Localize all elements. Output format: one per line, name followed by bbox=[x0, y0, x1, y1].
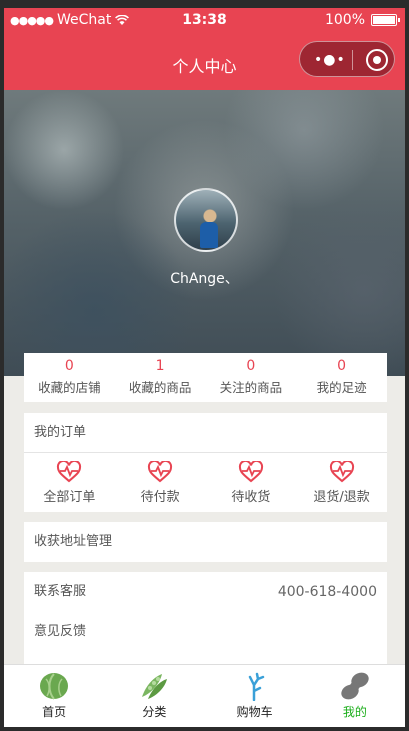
miniprogram-capsule: •●• bbox=[299, 41, 395, 77]
stat-count: 0 bbox=[246, 358, 256, 374]
tab-category[interactable]: 分类 bbox=[104, 665, 204, 727]
order-label: 退货/退款 bbox=[313, 490, 370, 505]
stat-label: 我的足迹 bbox=[316, 380, 367, 395]
battery: 100% bbox=[324, 12, 400, 28]
stat-favorite-goods[interactable]: 1 收藏的商品 bbox=[115, 353, 206, 402]
heartbeat-icon bbox=[148, 461, 173, 483]
order-label: 待付款 bbox=[140, 490, 180, 505]
feedback[interactable]: 意见反馈 bbox=[24, 612, 387, 652]
stat-count: 0 bbox=[337, 358, 347, 374]
stat-label: 关注的商品 bbox=[219, 380, 283, 395]
branch-icon bbox=[248, 672, 264, 701]
order-pending-payment[interactable]: 待付款 bbox=[115, 453, 206, 505]
peanut-icon bbox=[341, 672, 369, 700]
stats-card: 0 收藏的店铺 1 收藏的商品 0 关注的商品 0 我的足迹 bbox=[24, 353, 387, 402]
stat-favorite-shops[interactable]: 0 收藏的店铺 bbox=[24, 353, 115, 402]
tab-mine[interactable]: 我的 bbox=[305, 665, 405, 727]
contact-label: 联系客服 bbox=[34, 584, 87, 599]
service-card: 联系客服 400-618-4000 意见反馈 bbox=[24, 572, 387, 664]
tab-label: 分类 bbox=[142, 705, 167, 719]
order-returns[interactable]: 退货/退款 bbox=[296, 453, 387, 505]
heartbeat-icon bbox=[57, 461, 82, 483]
heartbeat-icon bbox=[238, 461, 263, 483]
contact-service[interactable]: 联系客服 400-618-4000 bbox=[24, 572, 387, 612]
order-pending-receipt[interactable]: 待收货 bbox=[206, 453, 297, 505]
capsule-divider bbox=[352, 50, 353, 70]
order-label: 待收货 bbox=[231, 490, 271, 505]
feedback-label: 意见反馈 bbox=[34, 624, 87, 639]
avatar[interactable] bbox=[174, 188, 238, 252]
tab-label: 我的 bbox=[342, 705, 367, 719]
profile-header: ChAnge、 bbox=[4, 90, 405, 376]
stat-count: 1 bbox=[155, 358, 165, 374]
tab-bar: 首页 分类 购物车 我的 bbox=[4, 664, 405, 727]
order-status-row: 全部订单 待付款 待收货 退货/退款 bbox=[24, 453, 387, 505]
order-all[interactable]: 全部订单 bbox=[24, 453, 115, 505]
more-icon[interactable]: •●• bbox=[314, 52, 346, 68]
service-phone: 400-618-4000 bbox=[277, 584, 377, 600]
battery-icon bbox=[371, 14, 400, 26]
stat-label: 收藏的店铺 bbox=[38, 380, 101, 395]
close-target-icon[interactable] bbox=[366, 49, 388, 71]
status-bar: ●●●●● WeChat 13:38 100% bbox=[4, 8, 405, 34]
stat-count: 0 bbox=[64, 358, 74, 374]
peapod-icon bbox=[142, 674, 168, 699]
tab-home[interactable]: 首页 bbox=[4, 665, 104, 727]
battery-percent: 100% bbox=[324, 12, 365, 28]
orders-card: 我的订单 全部订单 待付款 待收货 退货/退款 bbox=[24, 413, 387, 512]
phone-screen: ●●●●● WeChat 13:38 100% 个人中心 •●• ChAnge、… bbox=[4, 8, 405, 727]
tab-label: 购物车 bbox=[236, 705, 273, 719]
orders-title[interactable]: 我的订单 bbox=[24, 413, 387, 453]
stat-followed-goods[interactable]: 0 关注的商品 bbox=[206, 353, 297, 402]
title-bar: 个人中心 •●• bbox=[4, 34, 405, 90]
tab-label: 首页 bbox=[42, 705, 67, 719]
stat-label: 收藏的商品 bbox=[128, 380, 192, 395]
order-label: 全部订单 bbox=[43, 490, 96, 505]
tab-cart[interactable]: 购物车 bbox=[205, 665, 305, 727]
cabbage-icon bbox=[40, 673, 69, 700]
stat-footprints[interactable]: 0 我的足迹 bbox=[296, 353, 387, 402]
address-management[interactable]: 收获地址管理 bbox=[24, 522, 387, 562]
heartbeat-icon bbox=[329, 461, 354, 483]
username: ChAnge、 bbox=[170, 271, 239, 287]
